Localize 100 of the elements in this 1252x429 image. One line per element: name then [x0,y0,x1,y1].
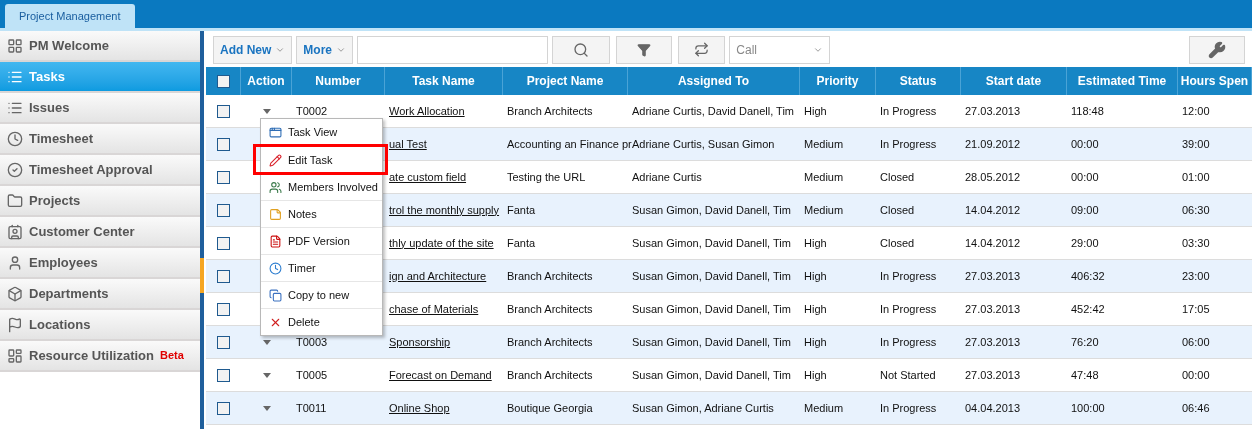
checkbox[interactable] [217,335,230,349]
repeat-button[interactable] [678,35,726,64]
table-cell-text: Closed [880,202,915,218]
table-cell-text: 09:00 [1071,202,1099,218]
menu-item[interactable]: Members Involved [261,173,382,200]
checkbox[interactable] [217,104,230,118]
sidebar-item[interactable]: Locations [0,310,200,341]
checkbox[interactable] [217,137,230,151]
sidebar-item[interactable]: Timesheet Approval [0,155,200,186]
table-cell-text: Susan Gimon, David Danell, Tim [632,235,791,251]
sidebar-item[interactable]: Timesheet [0,124,200,155]
filter-button[interactable] [616,35,673,64]
table-cell-text: Branch Architects [507,301,593,317]
table-cell-text: Medium [804,400,844,416]
task-link[interactable]: Online Shop [389,399,450,417]
checkbox[interactable] [217,302,230,316]
window-icon [269,126,282,139]
table-cell-text: In Progress [880,136,937,152]
table-cell-text: T0003 [296,334,328,350]
more-button[interactable]: More [296,35,354,64]
people-icon [269,180,282,194]
table-cell-text: 118:48 [1071,103,1104,119]
table-cell-text: 00:00 [1071,169,1099,185]
sidebar-item[interactable]: PM Welcome [0,31,200,62]
sidebar-item[interactable]: Projects [0,186,200,217]
copy-icon [269,288,282,302]
app-tab[interactable]: Project Management [5,4,135,28]
table-cell-text: Adriane Curtis [632,169,702,185]
dropdown-arrow-icon[interactable] [262,108,271,114]
search-button[interactable] [552,35,611,64]
task-link[interactable]: ate custom field [389,168,467,186]
table-cell-text: T0011 [296,400,327,416]
checkbox[interactable] [217,368,230,382]
dropdown-arrow-icon[interactable] [262,405,271,411]
table-cell-text: Medium [804,202,844,218]
checkbox[interactable] [217,401,230,415]
table-cell-text: Branch Architects [507,334,593,350]
menu-item[interactable]: Notes [261,200,382,227]
table-cell-text: Adriane Curtis, David Danell, Tim [632,103,794,119]
contact-card-icon [7,223,23,240]
table-cell-text: Closed [880,235,915,251]
table-cell-text: 00:00 [1182,367,1210,383]
table-cell-text: High [804,268,827,284]
sidebar-label: Resource Utilization [29,346,154,365]
task-link[interactable]: chase of Materials [389,300,479,318]
table-cell-text: 01:00 [1182,169,1210,185]
menu-item[interactable]: Copy to new [261,281,382,308]
table-cell-text: 27.03.2013 [965,334,1021,350]
table-cell-text: 27.03.2013 [965,103,1021,119]
task-link[interactable]: ign and Architecture [389,267,487,285]
task-link[interactable]: thly update of the site [389,234,494,252]
menu-item[interactable]: Timer [261,254,382,281]
note-icon [269,207,282,221]
person-icon [7,254,23,271]
table-cell-text: 29:00 [1071,235,1099,251]
dropdown-arrow-icon[interactable] [262,372,271,378]
menu-item[interactable]: Delete [261,308,382,335]
table-cell-text: Adriane Curtis, Susan Gimon [632,136,775,152]
settings-button[interactable] [1189,35,1245,64]
table-cell-text: 21.09.2012 [965,136,1021,152]
table-cell-text: Branch Architects [507,367,593,383]
select-value: Call [736,41,757,59]
table-cell-text: 47:48 [1071,367,1099,383]
menu-item[interactable]: PDF Version [261,227,382,254]
menu-item[interactable]: Task View [261,119,382,146]
sidebar-item[interactable]: Issues [0,93,200,124]
task-link[interactable]: trol the monthly supply [389,201,500,219]
table-cell-text: 27.03.2013 [965,268,1021,284]
table-cell-text: Boutique Georgia [507,400,593,416]
search-field[interactable] [357,35,549,64]
sidebar-item[interactable]: Employees [0,248,200,279]
sidebar-label: Projects [29,191,81,210]
table-cell-text: High [804,235,827,251]
filter-select[interactable]: Call [729,35,831,64]
checkbox[interactable] [216,74,230,88]
sidebar-item[interactable]: Resource Utilization Beta [0,341,200,372]
splitter[interactable] [200,31,204,429]
task-link[interactable]: Sponsorship [389,333,451,351]
sidebar-label: Employees [29,253,98,272]
checkbox[interactable] [217,236,230,250]
wrench-icon [1208,40,1226,59]
sidebar-item[interactable]: Customer Center [0,217,200,248]
menu-item[interactable]: Edit Task [255,146,386,173]
task-link[interactable]: Work Allocation [389,102,465,120]
task-link[interactable]: Forecast on Demand [389,366,492,384]
table-cell-text: Medium [804,169,844,185]
search-icon [573,41,590,58]
add-new-button[interactable]: Add New [213,35,293,64]
table-cell-text: 76:20 [1071,334,1099,350]
table-cell-text: High [804,334,827,350]
beta-label: Beta [159,348,184,364]
checkbox[interactable] [217,170,230,184]
table-cell-text: 06:46 [1182,400,1210,416]
table-cell-text: Branch Architects [507,268,593,284]
task-link[interactable]: ual Test [389,135,427,153]
checkbox[interactable] [217,269,230,283]
folder-icon [7,192,23,209]
sidebar-item[interactable]: Departments [0,279,200,310]
dropdown-arrow-icon[interactable] [262,339,271,345]
checkbox[interactable] [217,203,230,217]
